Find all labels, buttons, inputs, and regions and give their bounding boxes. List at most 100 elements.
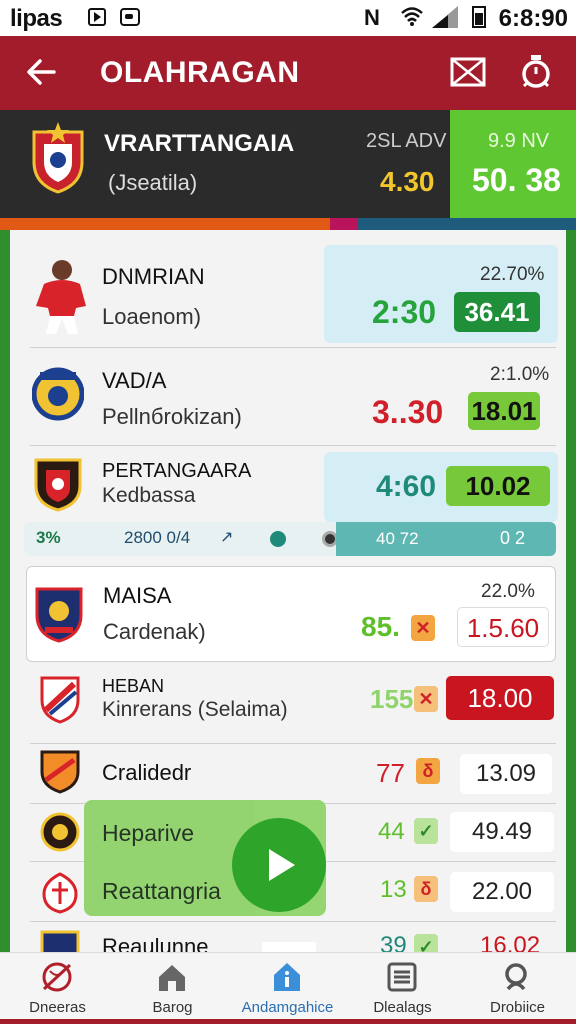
row-team-name: DNMRIAN (102, 264, 205, 289)
overlay-line-2: Reattangria (102, 878, 221, 904)
status-time: 6:8:90 (498, 5, 568, 32)
progress-value-b: 0 2 (500, 528, 526, 548)
home-icon (159, 965, 185, 991)
tab-label: Drobiice (489, 999, 546, 1016)
team-crest-icon (40, 676, 80, 724)
overlay-line-1: Heparive (102, 820, 195, 846)
row-team-name: PERTANGAARA (102, 460, 252, 482)
page-title: OLAHRAGAN (100, 56, 300, 89)
swap-icon[interactable]: ✓ (414, 934, 438, 952)
tab-label: Barog (152, 999, 193, 1016)
tab-profile[interactable]: Drobiice (460, 953, 575, 1024)
row-subtitle: Loaenom) (102, 304, 202, 329)
team-crest-icon (42, 872, 78, 914)
team-crest-icon (40, 930, 80, 952)
header-label-right: 9.9 NV (488, 130, 550, 152)
tab-matches[interactable]: Andamgahice (230, 953, 345, 1024)
odds-button[interactable]: 22.00 (450, 872, 554, 912)
odds-button[interactable]: 36.41 (454, 292, 540, 332)
list-item[interactable]: Cralidedr 77 δ 13.09 (30, 744, 556, 804)
team-crest-icon (32, 122, 84, 194)
team-crest-icon (40, 750, 80, 794)
team-crest-icon (34, 458, 82, 512)
row-team-name: HEBAN (102, 676, 165, 696)
swap-icon[interactable]: ✕ (414, 686, 438, 712)
home-active-icon (274, 963, 300, 991)
swap-icon[interactable]: δ (414, 876, 438, 902)
progress-label: 2800 0/4 (124, 528, 191, 547)
tab-leagues[interactable]: Dlealags (345, 953, 460, 1024)
tab-label: Dneeras (29, 999, 86, 1016)
row-percent: 22.70% (480, 264, 545, 285)
header-value-left[interactable]: 4.30 (380, 166, 435, 198)
row-score[interactable]: 155 (370, 684, 413, 715)
list-icon (387, 962, 417, 992)
row-score[interactable]: 4:60 (376, 470, 436, 504)
back-arrow-icon[interactable] (24, 54, 60, 90)
row-score[interactable]: 44 (378, 818, 405, 846)
row-team-name: VAD/A (102, 368, 167, 393)
bottom-nav: Dneeras Barog Andamgahice Dlealags Drobi… (0, 952, 576, 1024)
list-item[interactable]: HEBAN Kinrerans (Selaima) 155 ✕ 18.00 (30, 662, 556, 744)
active-tab-indicator (262, 942, 316, 952)
row-subtitle: Pellnбrokizan) (102, 404, 242, 429)
header-value-right[interactable]: 50. 38 (472, 162, 561, 199)
team-crest-icon (40, 812, 80, 852)
wifi-icon (401, 7, 423, 26)
header-label-left: 2SL ADV (366, 130, 447, 152)
tab-home[interactable]: Barog (115, 953, 230, 1024)
swap-icon[interactable]: δ (416, 758, 440, 784)
swap-icon[interactable]: ✓ (414, 818, 438, 844)
list-item[interactable]: DNMRIAN Loaenom) 22.70% 2:30 36.41 (30, 240, 558, 348)
status-bar: lipas N 6:8:90 (0, 0, 576, 36)
signal-icon (432, 6, 458, 28)
team-crest-icon (32, 367, 84, 421)
app-bar: OLAHRAGAN (0, 36, 576, 110)
list-item[interactable]: VAD/A Pellnбrokizan) 2:1.0% 3..30 18.01 (30, 348, 556, 446)
row-score[interactable]: 77 (376, 758, 405, 789)
row-score[interactable]: 39 (380, 932, 407, 952)
row-team-name: Cralidedr (102, 760, 192, 785)
progress-dot (270, 531, 286, 547)
match-header[interactable]: VRARTTANGAIA (Jseatila) 2SL ADV 4.30 9.9… (0, 110, 576, 218)
tab-label: Andamgahice (241, 999, 334, 1016)
team-subtitle: (Jseatila) (108, 170, 198, 195)
odds-button[interactable]: 18.00 (446, 676, 554, 720)
row-team-name: MAISA (103, 583, 172, 608)
player-avatar (36, 260, 86, 334)
progress-value-a: 40 72 (376, 529, 419, 548)
side-border (566, 230, 576, 952)
status-left-text: lipas (10, 5, 63, 32)
play-button[interactable] (232, 818, 326, 912)
odds-button[interactable]: 49.49 (450, 812, 554, 852)
row-score[interactable]: 85. (361, 611, 400, 643)
row-score[interactable]: 2:30 (372, 294, 436, 331)
tab-label: Dlealags (373, 999, 432, 1016)
odds-button[interactable]: 18.01 (468, 392, 540, 430)
accent-stripe (358, 218, 576, 230)
team-crest-icon (35, 587, 83, 643)
row-score[interactable]: 3..30 (372, 394, 443, 431)
match-progress-bar[interactable]: 3% 2800 0/4 ↗ 40 72 0 2 (24, 522, 556, 556)
tab-news[interactable]: Dneeras (0, 953, 115, 1024)
side-border (0, 230, 10, 952)
stopwatch-icon[interactable] (516, 52, 556, 92)
row-percent: 22.0% (481, 581, 535, 602)
row-subtitle: Kedbassa (102, 484, 196, 507)
row-subtitle: Kinrerans (Selaima) (102, 698, 288, 721)
row-percent: 2:1.0% (490, 364, 550, 385)
accent-stripe (330, 218, 358, 230)
match-list: DNMRIAN Loaenom) 22.70% 2:30 36.41 VAD/A… (10, 230, 566, 952)
nfc-icon: N (364, 5, 380, 30)
odds-button[interactable]: 1.5.60 (457, 607, 549, 647)
message-icon (120, 8, 140, 26)
trend-arrow-icon: ↗ (220, 529, 234, 546)
odds-button[interactable]: 10.02 (446, 466, 550, 506)
mail-icon[interactable] (450, 56, 486, 88)
odds-button[interactable]: 13.09 (460, 754, 552, 794)
row-score[interactable]: 13 (380, 876, 407, 904)
swap-icon[interactable]: ✕ (411, 615, 435, 641)
ball-icon (42, 962, 72, 992)
odds-button[interactable]: 16.02 (480, 932, 540, 952)
list-item[interactable]: MAISA Cardenak) 22.0% 85. ✕ 1.5.60 (26, 566, 556, 662)
